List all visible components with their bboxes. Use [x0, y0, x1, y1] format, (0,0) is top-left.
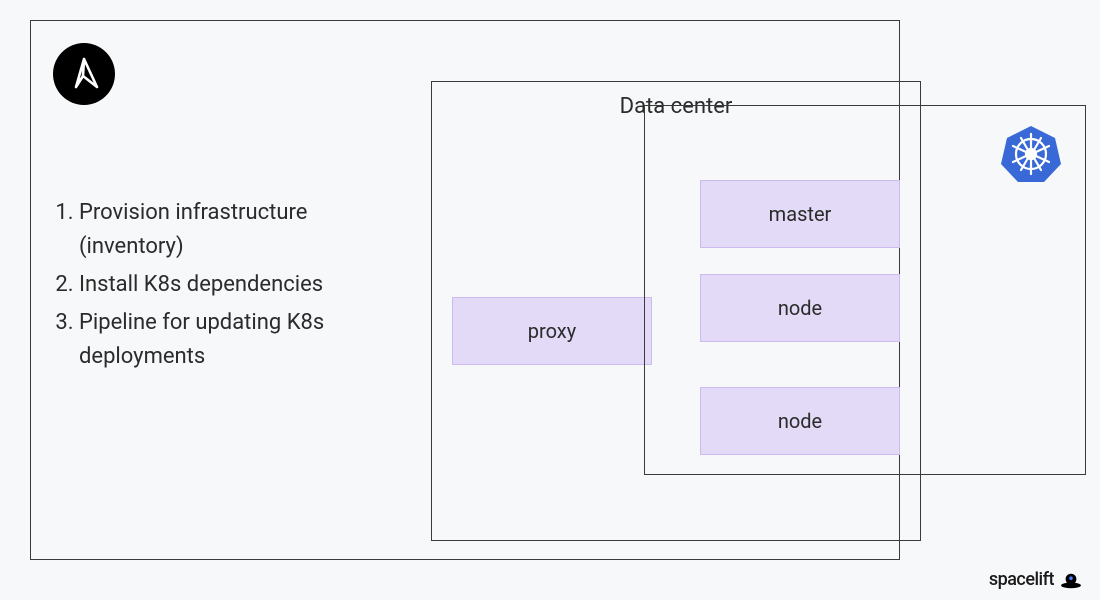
- ansible-icon: [53, 43, 115, 105]
- kubernetes-icon: [999, 122, 1063, 186]
- step-item: Provision infrastructure (inventory): [79, 196, 405, 264]
- steps-list: Provision infrastructure (inventory) Ins…: [55, 196, 405, 378]
- kubernetes-container: [644, 105, 1086, 475]
- step-item: Install K8s dependencies: [79, 268, 405, 302]
- brand-label: spacelift: [989, 569, 1082, 590]
- brand-text: spacelift: [989, 569, 1054, 590]
- spacelift-icon: [1060, 571, 1082, 589]
- proxy-node: proxy: [452, 297, 652, 365]
- step-item: Pipeline for updating K8s deployments: [79, 306, 405, 374]
